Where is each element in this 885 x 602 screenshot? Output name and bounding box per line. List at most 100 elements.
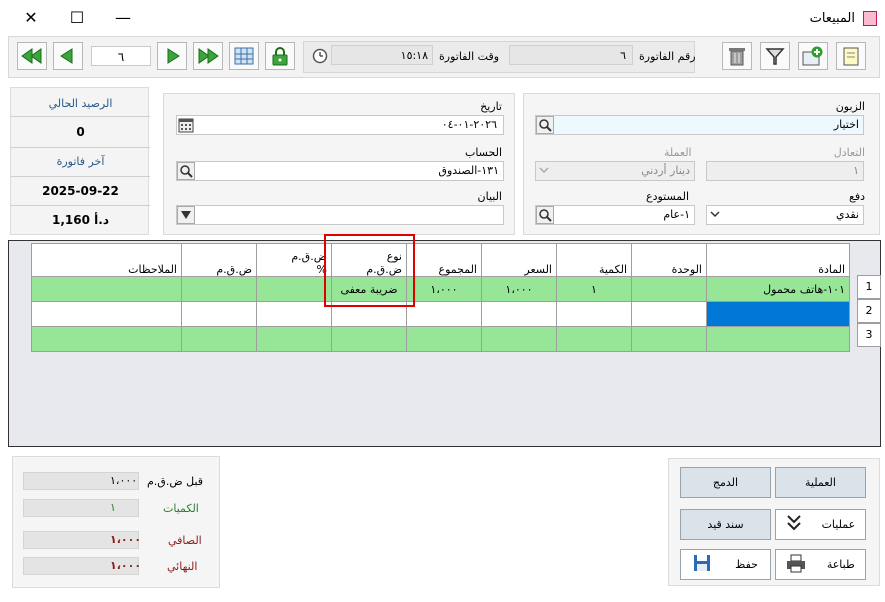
tax-cell[interactable] bbox=[181, 276, 257, 302]
net-label: الصافي bbox=[168, 534, 202, 547]
delete-trash-icon[interactable] bbox=[722, 42, 752, 70]
table-header-row: المادة الوحدة الكمية السعر المجموع نوع ض.… bbox=[31, 243, 850, 277]
print-button[interactable]: طباعة bbox=[775, 549, 866, 580]
final-value: ١،٠٠٠ bbox=[23, 557, 141, 575]
current-balance-label: الرصيد الحالي bbox=[48, 97, 113, 110]
row-number[interactable]: 3 bbox=[857, 323, 881, 347]
table-row[interactable] bbox=[31, 301, 850, 327]
filter-icon[interactable] bbox=[760, 42, 790, 70]
tax-cell[interactable] bbox=[181, 301, 257, 327]
notes-cell[interactable] bbox=[31, 301, 182, 327]
actions-panel: العملية الدمج عمليات سند قيد طباعة حفظ bbox=[668, 458, 880, 586]
toolbar: ٦ ١٥:١٨ وقت الفاتورة ٦ رقم الفاتورة bbox=[8, 36, 880, 78]
window-title: المبيعات bbox=[809, 11, 855, 26]
currency-chevron-down-icon bbox=[539, 165, 549, 178]
save-button[interactable]: حفظ bbox=[680, 549, 771, 580]
tax-pct-cell[interactable] bbox=[256, 301, 332, 327]
item-cell[interactable]: ١٠١-هاتف محمول bbox=[706, 276, 850, 302]
qty-cell[interactable] bbox=[556, 301, 632, 327]
close-button[interactable]: ✕ bbox=[18, 5, 44, 31]
col-tax-pct-header[interactable]: ض.ق.م% bbox=[256, 243, 332, 277]
col-total-header[interactable]: المجموع bbox=[406, 243, 482, 277]
customer-search-icon[interactable] bbox=[536, 116, 554, 134]
table-row[interactable]: ١٠١-هاتف محمول ١ ١،٠٠٠ ١،٠٠٠ ضريبة معفى bbox=[31, 276, 850, 302]
col-notes-header[interactable]: الملاحظات bbox=[31, 243, 182, 277]
exchange-rate-label: التعادل bbox=[833, 146, 865, 159]
statement-label: البيان bbox=[477, 190, 502, 203]
notes-cell[interactable] bbox=[31, 326, 182, 352]
last-invoice-amount: د.أ 1,160 bbox=[52, 213, 109, 227]
chevrons-down-icon bbox=[786, 513, 802, 536]
tax-cell[interactable] bbox=[181, 326, 257, 352]
statement-dropdown-icon[interactable] bbox=[177, 206, 195, 224]
unit-cell[interactable] bbox=[631, 326, 707, 352]
table-row[interactable] bbox=[31, 326, 850, 352]
process-button[interactable]: العملية bbox=[775, 467, 866, 498]
merge-button[interactable]: الدمج bbox=[680, 467, 771, 498]
date-field[interactable]: ٢٠٢٦-٠١-٠٤ bbox=[176, 115, 504, 135]
qty-cell[interactable] bbox=[556, 326, 632, 352]
date-account-panel: تاريخ ٢٠٢٦-٠١-٠٤ الحساب ١٣١-الصندوق البي… bbox=[163, 93, 515, 235]
tax-pct-cell[interactable] bbox=[256, 326, 332, 352]
unit-cell[interactable] bbox=[631, 301, 707, 327]
page-number-input[interactable]: ٦ bbox=[91, 46, 151, 66]
journal-voucher-button[interactable]: سند قيد bbox=[680, 509, 771, 540]
operations-button[interactable]: عمليات bbox=[775, 509, 866, 540]
payment-label: دفع bbox=[848, 190, 865, 203]
maximize-button[interactable]: ☐ bbox=[64, 5, 90, 31]
price-cell[interactable] bbox=[481, 301, 557, 327]
previous-record-icon[interactable] bbox=[53, 42, 83, 70]
next-record-icon[interactable] bbox=[157, 42, 187, 70]
col-price-header[interactable]: السعر bbox=[481, 243, 557, 277]
payment-chevron-down-icon[interactable] bbox=[710, 209, 720, 222]
before-tax-value: ١،٠٠٠ bbox=[23, 472, 139, 490]
items-grid: المادة الوحدة الكمية السعر المجموع نوع ض.… bbox=[8, 234, 881, 447]
last-record-icon[interactable] bbox=[193, 42, 223, 70]
customer-panel: الزبون اختيار التعادل ١ العملة دينار أرد… bbox=[523, 93, 880, 235]
col-tax-header[interactable]: ض.ق.م bbox=[181, 243, 257, 277]
unit-cell[interactable] bbox=[631, 276, 707, 302]
total-cell[interactable]: ١،٠٠٠ bbox=[406, 276, 482, 302]
currency-select: دينار أردني bbox=[535, 161, 695, 181]
final-label: النهائي bbox=[167, 560, 198, 573]
minimize-button[interactable]: — bbox=[110, 5, 136, 31]
warehouse-search-icon[interactable] bbox=[536, 206, 554, 224]
invoice-number-label: رقم الفاتورة bbox=[639, 50, 696, 63]
price-cell[interactable] bbox=[481, 326, 557, 352]
notes-cell[interactable] bbox=[31, 276, 182, 302]
first-record-icon[interactable] bbox=[17, 42, 47, 70]
tax-pct-cell[interactable] bbox=[256, 276, 332, 302]
col-item-header[interactable]: المادة bbox=[706, 243, 850, 277]
account-search-icon[interactable] bbox=[177, 162, 195, 180]
col-unit-header[interactable]: الوحدة bbox=[631, 243, 707, 277]
new-document-icon[interactable] bbox=[836, 42, 866, 70]
add-new-icon[interactable] bbox=[798, 42, 828, 70]
row-number[interactable]: 2 bbox=[857, 299, 881, 323]
price-cell[interactable]: ١،٠٠٠ bbox=[481, 276, 557, 302]
total-cell[interactable] bbox=[406, 301, 482, 327]
title-bar: ✕ ☐ — المبيعات bbox=[0, 0, 885, 36]
lock-icon[interactable] bbox=[265, 42, 295, 70]
warehouse-field[interactable]: ١-عام bbox=[535, 205, 695, 225]
tax-type-cell[interactable] bbox=[331, 326, 407, 352]
invoice-time-field: ١٥:١٨ bbox=[331, 45, 433, 65]
item-cell[interactable] bbox=[706, 326, 850, 352]
account-field[interactable]: ١٣١-الصندوق bbox=[176, 161, 504, 181]
last-invoice-date: 2025-09-22 bbox=[42, 184, 119, 198]
total-cell[interactable] bbox=[406, 326, 482, 352]
account-label: الحساب bbox=[464, 146, 502, 159]
date-label: تاريخ bbox=[480, 100, 502, 113]
exchange-rate-field: ١ bbox=[706, 161, 864, 181]
payment-select[interactable]: نقدي bbox=[706, 205, 864, 225]
col-qty-header[interactable]: الكمية bbox=[556, 243, 632, 277]
quantities-label: الكميات bbox=[163, 502, 199, 515]
customer-field[interactable]: اختيار bbox=[535, 115, 864, 135]
qty-cell[interactable]: ١ bbox=[556, 276, 632, 302]
calendar-icon[interactable] bbox=[178, 117, 194, 136]
row-number[interactable]: 1 bbox=[857, 275, 881, 299]
items-table: المادة الوحدة الكمية السعر المجموع نوع ض.… bbox=[31, 243, 850, 352]
statement-field[interactable] bbox=[176, 205, 504, 225]
current-balance-value: 0 bbox=[76, 125, 85, 139]
item-cell-selected[interactable] bbox=[706, 301, 850, 327]
grid-view-icon[interactable] bbox=[229, 42, 259, 70]
